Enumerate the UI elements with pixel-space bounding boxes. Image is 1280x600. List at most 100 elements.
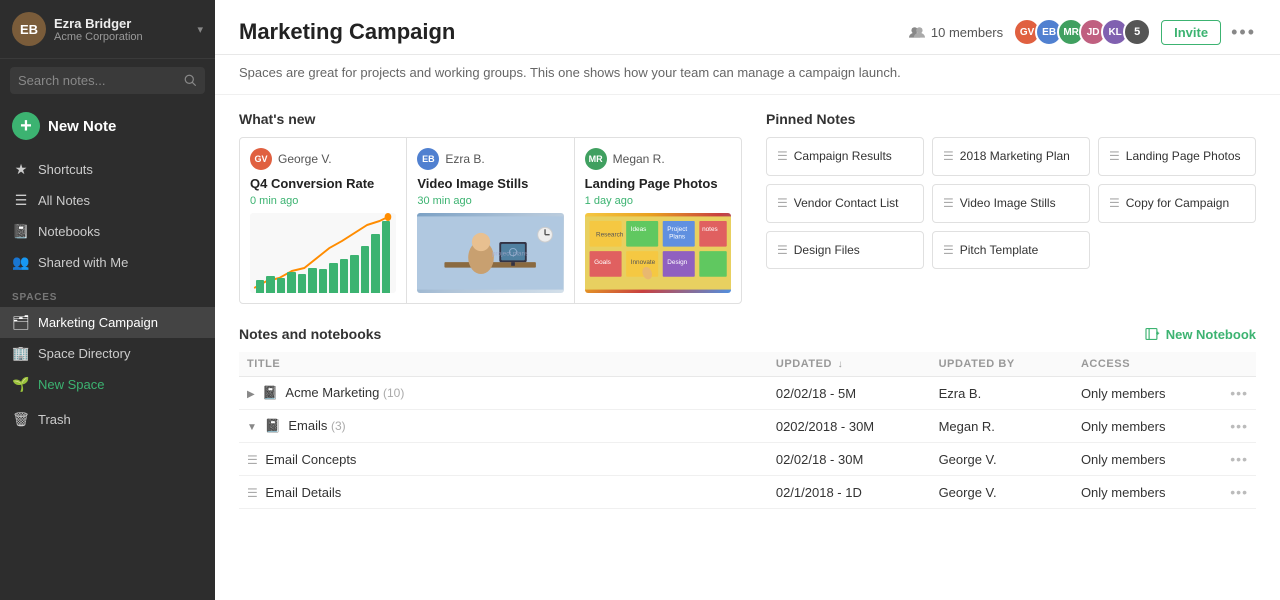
chart-bar xyxy=(277,278,285,293)
nav-trash[interactable]: 🗑 Trash xyxy=(0,404,215,435)
page-subtitle: Spaces are great for projects and workin… xyxy=(215,55,1280,95)
row-title-0: ▶ 📓 Acme Marketing (10) xyxy=(239,377,768,410)
pinned-card-6[interactable]: ☰ Design Files xyxy=(766,231,924,270)
chart-bar xyxy=(287,272,295,293)
pinned-doc-icon-5: ☰ xyxy=(1109,196,1120,210)
table-row[interactable]: ☰ Email Concepts 02/02/18 - 30M George V… xyxy=(239,443,1256,476)
search-bar[interactable] xyxy=(10,67,205,94)
svg-text:Research: Research xyxy=(596,232,624,239)
sidebar-item-new-space[interactable]: 🌱 New Space xyxy=(0,369,215,400)
chart-bar xyxy=(308,268,316,293)
notebook-icon-0: 📓 xyxy=(262,385,278,400)
pinned-label-5: Copy for Campaign xyxy=(1126,195,1229,212)
wn-title-1: Video Image Stills xyxy=(417,176,563,191)
sidebar: EB Ezra Bridger Acme Corporation ▾ + New… xyxy=(0,0,215,600)
chart-bar xyxy=(298,274,306,293)
pinned-label-7: Pitch Template xyxy=(960,242,1039,259)
table-row[interactable]: ☰ Email Details 02/1/2018 - 1D George V.… xyxy=(239,476,1256,509)
row-updated-1: 0202/2018 - 30M xyxy=(768,410,931,443)
shared-icon: 👥 xyxy=(12,254,30,271)
col-access: Access xyxy=(1073,352,1195,377)
pinned-label-6: Design Files xyxy=(794,242,860,259)
row-actions-3[interactable]: ••• xyxy=(1195,476,1256,509)
row-actions-1[interactable]: ••• xyxy=(1195,410,1256,443)
row-count-0: (10) xyxy=(383,386,404,400)
user-name: Ezra Bridger xyxy=(54,16,143,31)
chart-bar xyxy=(371,234,379,293)
row-actions-2[interactable]: ••• xyxy=(1195,443,1256,476)
expand-row-1[interactable]: ▼ xyxy=(247,422,257,433)
trash-icon: 🗑 xyxy=(12,411,30,428)
user-org: Acme Corporation xyxy=(54,31,143,43)
wn-user-1: EB Ezra B. xyxy=(417,148,563,170)
nav-all-notes[interactable]: ☰ All Notes xyxy=(0,185,215,216)
nav-shared[interactable]: 👥 Shared with Me xyxy=(0,247,215,278)
pinned-label-3: Vendor Contact List xyxy=(794,195,899,212)
col-updated[interactable]: Updated ↓ xyxy=(768,352,931,377)
avatar-count: 5 xyxy=(1123,18,1151,46)
new-notebook-button[interactable]: New Notebook xyxy=(1145,327,1256,342)
notebook-icon-1: 📓 xyxy=(265,418,281,433)
row-updatedby-0: Ezra B. xyxy=(931,377,1073,410)
chart-bar xyxy=(361,246,369,293)
pinned-doc-icon-6: ☰ xyxy=(777,243,788,257)
invite-button[interactable]: Invite xyxy=(1161,20,1221,45)
wn-thumbnail-0 xyxy=(250,213,396,293)
pinned-card-1[interactable]: ☰ 2018 Marketing Plan xyxy=(932,137,1090,176)
row-title-2: ☰ Email Concepts xyxy=(239,443,768,476)
nav-shortcuts[interactable]: ★ Shortcuts xyxy=(0,154,215,185)
svg-text:Design: Design xyxy=(667,259,687,266)
pinned-label-0: Campaign Results xyxy=(794,148,892,165)
sidebar-item-marketing[interactable]: 🗂 Marketing Campaign xyxy=(0,307,215,338)
pinned-label-2: Landing Page Photos xyxy=(1126,148,1241,165)
wn-thumbnail-2: Research Ideas Project Plans notes Goals… xyxy=(585,213,731,293)
wn-card-0[interactable]: GV George V. Q4 Conversion Rate 0 min ag… xyxy=(240,138,407,303)
wn-time-2: 1 day ago xyxy=(585,195,731,207)
new-note-button[interactable]: + New Note xyxy=(10,108,205,144)
row-access-0: Only members xyxy=(1073,377,1195,410)
chart-bar xyxy=(266,276,274,293)
col-updated-by: Updated By xyxy=(931,352,1073,377)
row-access-1: Only members xyxy=(1073,410,1195,443)
wn-avatar-2: MR xyxy=(585,148,607,170)
whats-new-cards: GV George V. Q4 Conversion Rate 0 min ag… xyxy=(239,137,742,304)
pinned-card-4[interactable]: ☰ Video Image Stills xyxy=(932,184,1090,223)
search-input[interactable] xyxy=(18,73,184,88)
wn-card-1[interactable]: EB Ezra B. Video Image Stills 30 min ago xyxy=(407,138,574,303)
pinned-card-2[interactable]: ☰ Landing Page Photos xyxy=(1098,137,1256,176)
wn-avatar-0: GV xyxy=(250,148,272,170)
table-row[interactable]: ▶ 📓 Acme Marketing (10) 02/02/18 - 5M Ez… xyxy=(239,377,1256,410)
row-title-3: ☰ Email Details xyxy=(239,476,768,509)
sidebar-item-directory[interactable]: 🏢 Space Directory xyxy=(0,338,215,369)
pinned-card-5[interactable]: ☰ Copy for Campaign xyxy=(1098,184,1256,223)
chart-bar xyxy=(340,259,348,293)
nav-notebooks[interactable]: 📓 Notebooks xyxy=(0,216,215,247)
svg-text:Ideas: Ideas xyxy=(630,226,646,233)
pinned-card-0[interactable]: ☰ Campaign Results xyxy=(766,137,924,176)
row-updatedby-1: Megan R. xyxy=(931,410,1073,443)
row-title-1: ▼ 📓 Emails (3) xyxy=(239,410,768,443)
pinned-card-7[interactable]: ☰ Pitch Template xyxy=(932,231,1090,270)
row-access-2: Only members xyxy=(1073,443,1195,476)
notes-header-row: Notes and notebooks New Notebook xyxy=(239,326,1256,342)
notes-notebooks-section: Notes and notebooks New Notebook Title xyxy=(215,326,1280,509)
expand-row-0[interactable]: ▶ xyxy=(247,389,255,400)
new-notebook-icon xyxy=(1145,327,1161,341)
pinned-card-3[interactable]: ☰ Vendor Contact List xyxy=(766,184,924,223)
directory-icon: 🏢 xyxy=(12,345,30,362)
pinned-doc-icon-1: ☰ xyxy=(943,149,954,163)
wn-card-2[interactable]: MR Megan R. Landing Page Photos 1 day ag… xyxy=(575,138,741,303)
user-avatar: EB xyxy=(12,12,46,46)
more-options-button[interactable]: ••• xyxy=(1231,22,1256,43)
svg-text:Project: Project xyxy=(667,226,687,233)
row-count-1: (3) xyxy=(331,419,346,433)
wn-avatar-1: EB xyxy=(417,148,439,170)
user-profile[interactable]: EB Ezra Bridger Acme Corporation ▾ xyxy=(0,0,215,59)
row-actions-0[interactable]: ••• xyxy=(1195,377,1256,410)
wn-username-1: Ezra B. xyxy=(445,152,484,166)
new-note-icon: + xyxy=(12,112,40,140)
note-icon-2: ☰ xyxy=(247,453,258,467)
row-access-3: Only members xyxy=(1073,476,1195,509)
table-row[interactable]: ▼ 📓 Emails (3) 0202/2018 - 30M Megan R. … xyxy=(239,410,1256,443)
main-content: Marketing Campaign 10 members GV EB MR J… xyxy=(215,0,1280,600)
